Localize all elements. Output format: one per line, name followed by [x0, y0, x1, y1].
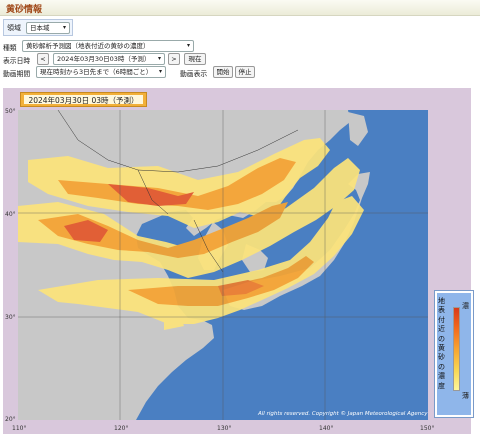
concentration-legend: 地表付近の黄砂の濃度 濃 薄 [434, 290, 474, 418]
region-select[interactable]: 日本域 ▾ [26, 22, 70, 34]
now-button[interactable]: 現在 [184, 53, 206, 65]
lon-label: 130° [217, 425, 232, 432]
lat-label: 20° [5, 416, 16, 423]
period-select-value: 現在時刻から3日先まで（6時間ごと） [40, 68, 153, 76]
dust-map[interactable] [18, 110, 428, 420]
datetime-select[interactable]: 2024年03月30日03時（予測） ▾ [53, 53, 165, 65]
region-label: 領域 [7, 24, 21, 32]
chevron-down-icon: ▾ [158, 68, 162, 75]
lon-label: 120° [114, 425, 129, 432]
anim-label: 動画表示 [180, 70, 208, 78]
map-time-text: 2024年03月30日 03時（予測） [28, 96, 139, 105]
datetime-label: 表示日時 [3, 57, 31, 65]
lat-label: 40° [5, 211, 16, 218]
map-time-label: 2024年03月30日 03時（予測） [20, 92, 147, 107]
region-selector-box: 領域 日本域 ▾ [3, 19, 73, 36]
legend-high-label: 濃 [462, 302, 469, 310]
lon-label: 110° [12, 425, 27, 432]
start-button[interactable]: 開始 [213, 66, 233, 78]
legend-color-bar [453, 307, 460, 391]
chevron-down-icon: ▾ [62, 24, 66, 31]
lat-label: 30° [5, 314, 16, 321]
lat-label: 50° [5, 108, 16, 115]
type-select-value: 黄砂解析予測図（地表付近の黄砂の濃度） [26, 42, 150, 50]
prev-time-button[interactable]: < [37, 53, 49, 65]
stop-button[interactable]: 停止 [235, 66, 255, 78]
datetime-select-value: 2024年03月30日03時（予測） [57, 55, 151, 63]
period-label: 動画期間 [3, 70, 31, 78]
copyright-text: All rights reserved. Copyright © Japan M… [258, 411, 428, 417]
type-label: 種類 [3, 44, 17, 52]
period-select[interactable]: 現在時刻から3日先まで（6時間ごと） ▾ [36, 66, 166, 78]
lon-label: 140° [319, 425, 334, 432]
chevron-down-icon: ▾ [157, 55, 161, 62]
next-time-button[interactable]: > [168, 53, 180, 65]
title-bar: 黄砂情報 [0, 0, 480, 16]
legend-low-label: 薄 [462, 392, 469, 400]
lon-label: 150° [420, 425, 435, 432]
type-select[interactable]: 黄砂解析予測図（地表付近の黄砂の濃度） ▾ [22, 40, 194, 52]
app-title: 黄砂情報 [6, 5, 43, 15]
legend-title: 地表付近の黄砂の濃度 [438, 297, 445, 390]
chevron-down-icon: ▾ [186, 42, 190, 49]
region-select-value: 日本域 [30, 24, 50, 32]
